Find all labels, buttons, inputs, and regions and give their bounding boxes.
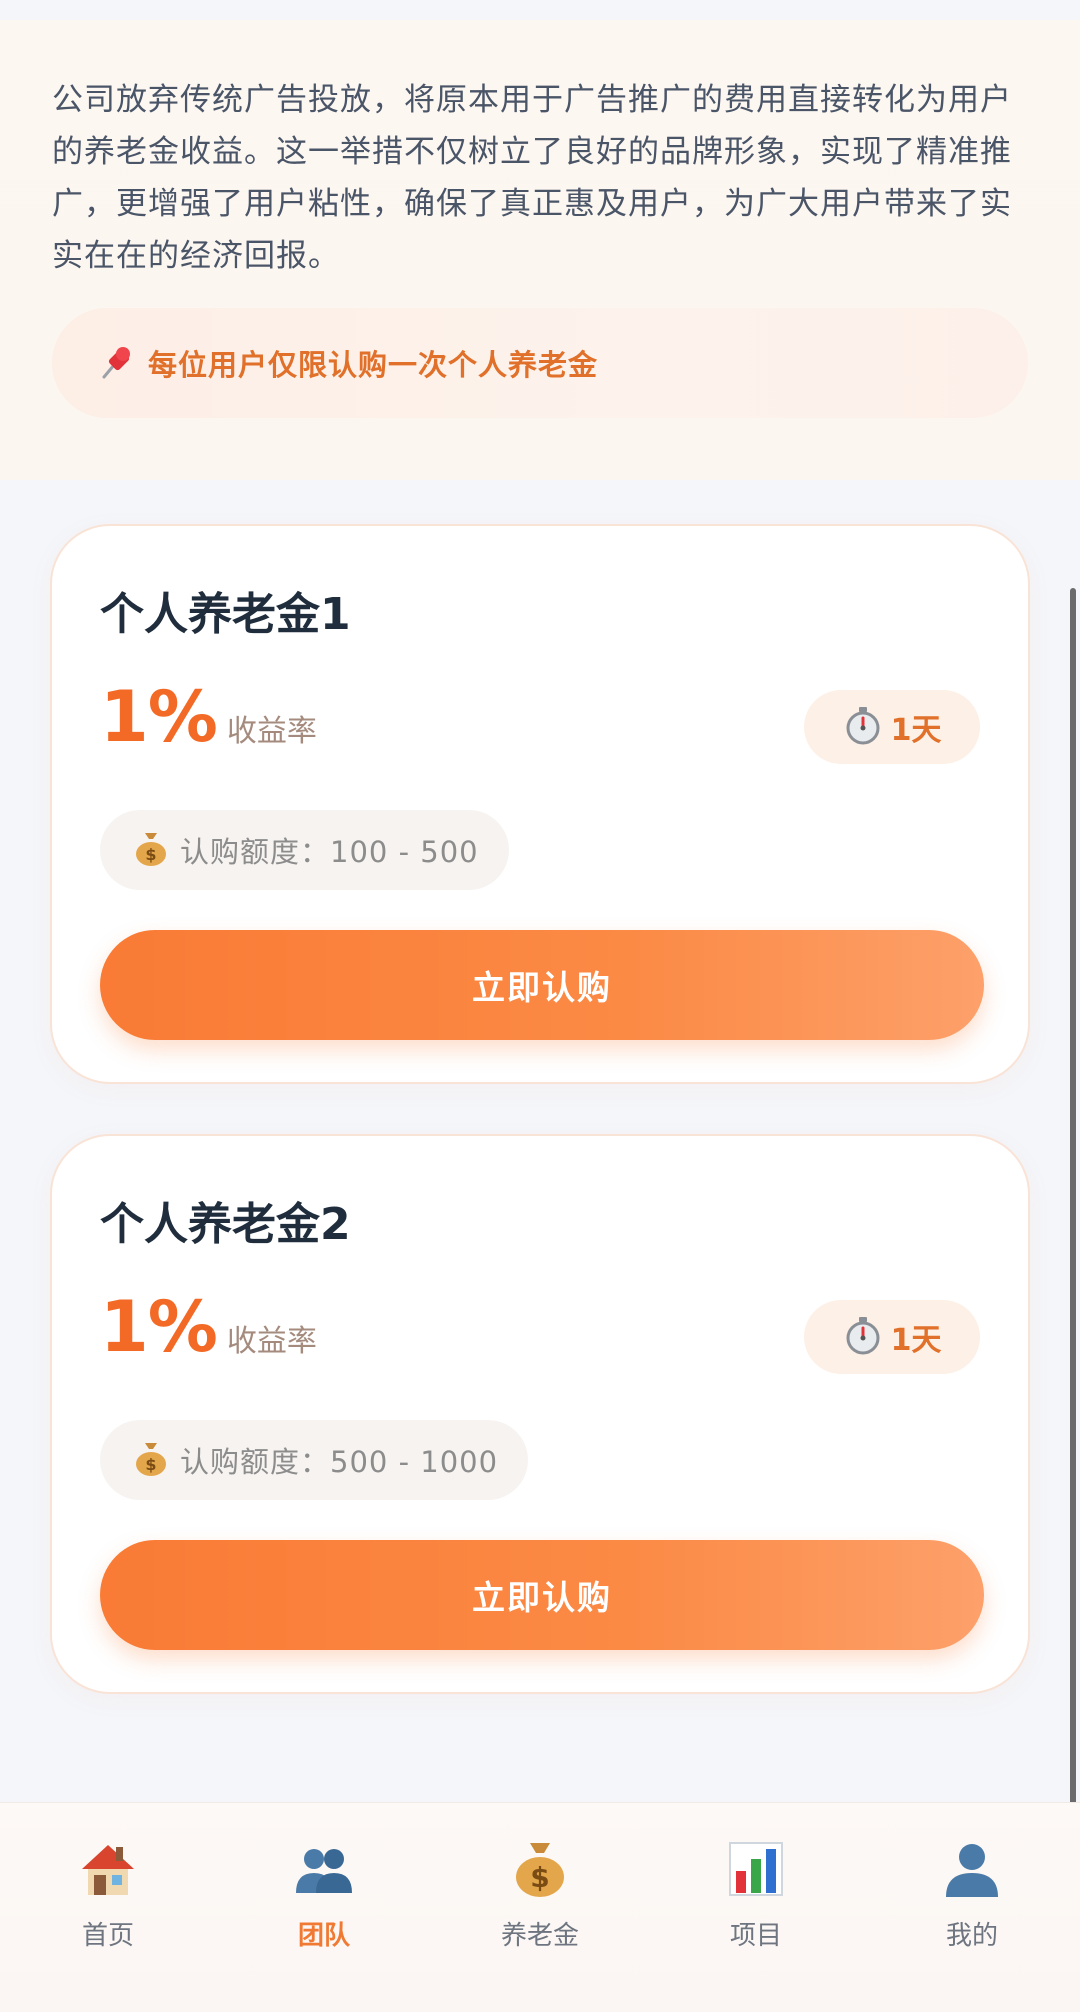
duration-badge: 1天 — [804, 690, 980, 764]
scrollbar[interactable] — [1070, 588, 1076, 1988]
stopwatch-icon — [843, 1315, 883, 1359]
house-icon — [76, 1837, 140, 1901]
subscription-amount: $ 认购额度：100 - 500 — [100, 810, 509, 890]
subscribe-button-label: 立即认购 — [472, 968, 612, 1007]
nav-label: 团队 — [297, 1921, 350, 1951]
bar-chart-icon — [724, 1837, 788, 1901]
duration-badge: 1天 — [804, 1300, 980, 1374]
rate-row: 1% 收益率 — [100, 676, 317, 758]
bottom-nav: 首页 团队 $ 养老金 项目 我的 — [0, 1802, 1080, 2012]
intro-section: 公司放弃传统广告投放，将原本用于广告推广的费用直接转化为用户的养老金收益。这一举… — [0, 20, 1080, 480]
rate-label: 收益率 — [226, 1324, 317, 1359]
pushpin-icon — [96, 343, 136, 383]
nav-item-team[interactable]: 团队 — [216, 1803, 432, 2012]
nav-item-profile[interactable]: 我的 — [864, 1803, 1080, 2012]
svg-text:$: $ — [530, 1861, 549, 1894]
product-card: 个人养老金2 1% 收益率 1天 $ 认购额度：500 - 1000 立即认购 — [50, 1134, 1030, 1694]
svg-text:$: $ — [145, 1455, 156, 1474]
amount-text: 认购额度：500 - 1000 — [180, 1445, 499, 1479]
rate-label: 收益率 — [226, 714, 317, 749]
nav-item-projects[interactable]: 项目 — [648, 1803, 864, 2012]
product-title: 个人养老金2 — [100, 1199, 351, 1250]
product-title: 个人养老金1 — [100, 589, 351, 640]
duration-text: 1天 — [890, 713, 942, 748]
nav-label: 首页 — [81, 1921, 134, 1951]
notice-text: 每位用户仅限认购一次个人养老金 — [148, 348, 599, 382]
rate-value: 1% — [100, 1286, 218, 1368]
nav-label: 我的 — [945, 1921, 998, 1951]
purchase-limit-notice: 每位用户仅限认购一次个人养老金 — [52, 308, 1028, 418]
team-icon — [292, 1837, 356, 1901]
subscription-amount: $ 认购额度：500 - 1000 — [100, 1420, 529, 1500]
subscribe-button-label: 立即认购 — [472, 1578, 612, 1617]
nav-label: 养老金 — [500, 1921, 579, 1951]
svg-text:$: $ — [145, 845, 156, 864]
subscribe-button[interactable]: 立即认购 — [100, 930, 984, 1040]
money-bag-icon: $ — [134, 829, 168, 871]
rate-value: 1% — [100, 676, 218, 758]
nav-item-home[interactable]: 首页 — [0, 1803, 216, 2012]
duration-text: 1天 — [890, 1323, 942, 1358]
product-card: 个人养老金1 1% 收益率 1天 $ 认购额度：100 - 500 立即认购 — [50, 524, 1030, 1084]
money-bag-icon: $ — [134, 1439, 168, 1481]
pension-page: 公司放弃传统广告投放，将原本用于广告推广的费用直接转化为用户的养老金收益。这一举… — [0, 0, 1080, 2012]
amount-text: 认购额度：100 - 500 — [180, 835, 479, 869]
rate-row: 1% 收益率 — [100, 1286, 317, 1368]
user-icon — [940, 1837, 1004, 1901]
nav-item-pension[interactable]: $ 养老金 — [432, 1803, 648, 2012]
money-bag-icon: $ — [508, 1837, 572, 1901]
intro-text: 公司放弃传统广告投放，将原本用于广告推广的费用直接转化为用户的养老金收益。这一举… — [52, 82, 1012, 274]
nav-label: 项目 — [729, 1921, 782, 1951]
subscribe-button[interactable]: 立即认购 — [100, 1540, 984, 1650]
stopwatch-icon — [843, 705, 883, 749]
